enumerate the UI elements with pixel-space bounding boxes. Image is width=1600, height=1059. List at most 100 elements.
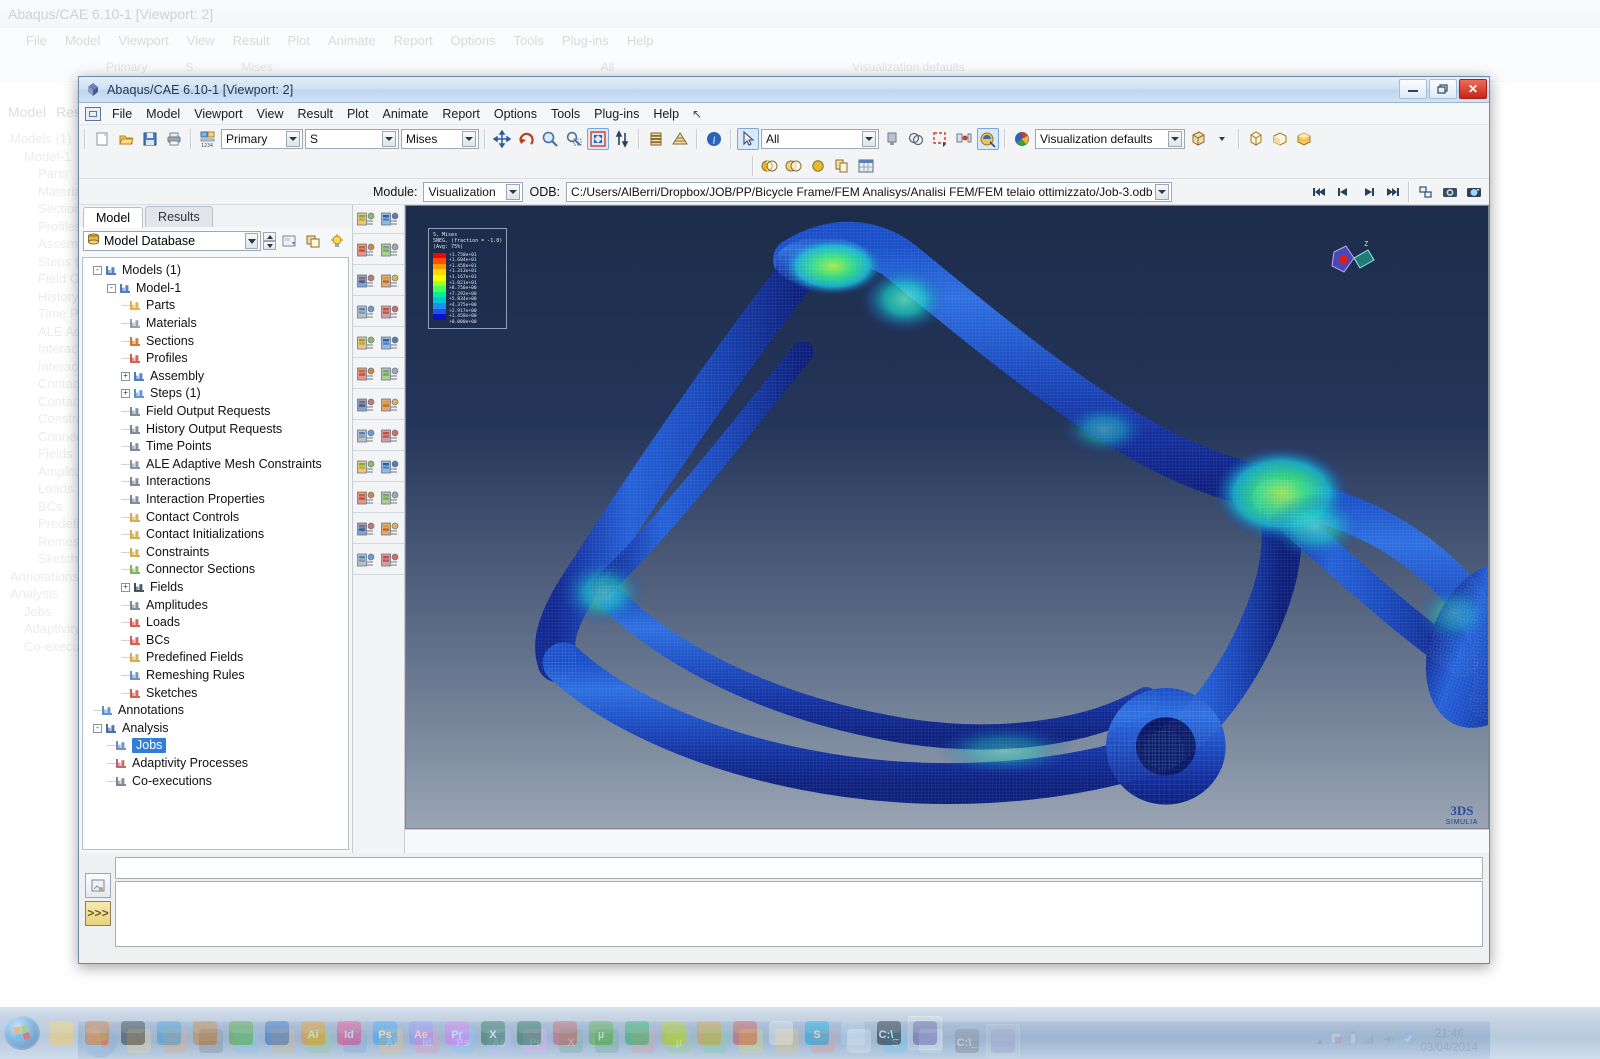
shaded-render-icon[interactable]: [669, 128, 691, 150]
tree-item-time-points[interactable]: — Time Points: [87, 438, 348, 456]
tree-item-annotations[interactable]: — Annotations: [87, 702, 348, 720]
chain-frames-button[interactable]: [1415, 181, 1437, 203]
tree-item-model-1[interactable]: - Model-1: [87, 280, 348, 298]
chevron-down-icon[interactable]: [286, 131, 300, 147]
tree-item-fields[interactable]: + Fields: [87, 579, 348, 597]
view-orientation-widget[interactable]: Z: [1320, 238, 1380, 290]
field-output-icon[interactable]: 1234: [197, 128, 219, 150]
menu-report[interactable]: Report: [435, 105, 487, 123]
spreadsheet-icon[interactable]: [855, 155, 877, 177]
odb-combo[interactable]: C:/Users/AlBerri/Dropbox/JOB/PP/Bicycle …: [566, 181, 1172, 202]
menu-help[interactable]: Help: [646, 105, 686, 123]
photoview-icon[interactable]: [260, 1016, 294, 1050]
camera-icon[interactable]: [764, 1016, 798, 1050]
magnify-view-icon[interactable]: [539, 128, 561, 150]
menu-plug-ins[interactable]: Plug-ins: [587, 105, 646, 123]
animate-time-history-icon[interactable]: [353, 395, 377, 417]
symbol-options-icon[interactable]: [377, 333, 401, 355]
menu-view[interactable]: View: [250, 105, 291, 123]
rotate-view-icon[interactable]: [515, 128, 537, 150]
google-chrome-icon[interactable]: [728, 1016, 762, 1050]
collapse-toggle-icon[interactable]: -: [93, 266, 102, 276]
abaqus-cae-icon[interactable]: [908, 1016, 942, 1050]
tree-item-contact-initializations[interactable]: — Contact Initializations: [87, 526, 348, 544]
xy-data-manager-icon[interactable]: [377, 457, 401, 479]
wireframe-render-icon[interactable]: [645, 128, 667, 150]
tree-item-profiles[interactable]: — Profiles: [87, 350, 348, 368]
output-variable-combo[interactable]: S: [305, 129, 399, 149]
expand-toggle-icon[interactable]: +: [121, 371, 130, 381]
common-options-icon[interactable]: [377, 364, 401, 386]
soundhound-icon[interactable]: [656, 1016, 690, 1050]
replace-display-group-icon[interactable]: [905, 128, 927, 150]
menu-tools[interactable]: Tools: [544, 105, 587, 123]
menu-viewport[interactable]: Viewport: [187, 105, 249, 123]
print-icon[interactable]: [163, 128, 185, 150]
spotify-icon[interactable]: [620, 1016, 654, 1050]
tree-item-connector-sections[interactable]: — Connector Sections: [87, 561, 348, 579]
common-plot-options-icon[interactable]: [353, 302, 377, 324]
allow-multiple-plot-states-icon[interactable]: [377, 271, 401, 293]
superimpose-options-icon[interactable]: [377, 302, 401, 324]
spinner-down-icon[interactable]: [263, 241, 276, 250]
adobe-indesign-icon[interactable]: Id: [332, 1016, 366, 1050]
chevron-down-icon[interactable]: [506, 183, 521, 200]
menu-plot[interactable]: Plot: [340, 105, 376, 123]
tree-item-sketches[interactable]: — Sketches: [87, 684, 348, 702]
expand-toggle-icon[interactable]: +: [121, 582, 130, 592]
minimize-button[interactable]: [1399, 79, 1427, 99]
animate-harmonic-icon[interactable]: [353, 426, 377, 448]
tree-item-sections[interactable]: — Sections: [87, 332, 348, 350]
context-help-icon[interactable]: ↖: [692, 107, 702, 121]
plot-material-orientation-icon[interactable]: [353, 271, 377, 293]
tab-results[interactable]: Results: [145, 206, 213, 227]
translucency-icon[interactable]: [759, 155, 781, 177]
last-frame-button[interactable]: [1381, 181, 1403, 203]
matlab-icon[interactable]: [512, 1016, 546, 1050]
windows-explorer-icon[interactable]: [44, 1016, 78, 1050]
viewport-style-icon[interactable]: [1187, 128, 1209, 150]
rhino-icon[interactable]: [116, 1016, 150, 1050]
module-combo[interactable]: Visualization: [423, 181, 524, 202]
chevron-down-icon[interactable]: [1154, 183, 1169, 200]
tree-item-materials[interactable]: — Materials: [87, 315, 348, 333]
tree-item-models-1[interactable]: - Models (1): [87, 262, 348, 280]
chevron-down-icon[interactable]: [382, 131, 396, 147]
plot-undeformed-group-icon[interactable]: [977, 128, 999, 150]
tree-item-contact-controls[interactable]: — Contact Controls: [87, 508, 348, 526]
expand-toggle-icon[interactable]: +: [121, 389, 130, 399]
first-frame-button[interactable]: [1309, 181, 1331, 203]
plot-deformed-shape-icon[interactable]: [377, 209, 401, 231]
create-model-icon[interactable]: [278, 230, 300, 252]
model-tree[interactable]: - Models (1) - Model-1— Parts — Materials — Sect…: [82, 257, 349, 850]
copy-object-icon[interactable]: [831, 155, 853, 177]
print-viewport-button[interactable]: [1439, 181, 1461, 203]
save-file-icon[interactable]: [139, 128, 161, 150]
xy-plot-icon[interactable]: [353, 488, 377, 510]
spinner-up-icon[interactable]: [263, 232, 276, 241]
path-manager-icon[interactable]: [377, 550, 401, 572]
catia-icon[interactable]: [188, 1016, 222, 1050]
tree-item-jobs[interactable]: — Jobs: [87, 737, 348, 755]
plot-symbols-icon[interactable]: [377, 240, 401, 262]
tree-item-adaptivity-processes[interactable]: — Adaptivity Processes: [87, 755, 348, 773]
add-selection-icon[interactable]: [929, 128, 951, 150]
previous-frame-button[interactable]: [1333, 181, 1355, 203]
tree-item-assembly[interactable]: + Assembly: [87, 368, 348, 386]
auto-fit-view-icon[interactable]: [587, 128, 609, 150]
next-frame-button[interactable]: [1357, 181, 1379, 203]
box-zoom-icon[interactable]: [563, 128, 585, 150]
microsoft-excel-icon[interactable]: X: [476, 1016, 510, 1050]
plot-undeformed-shape-icon[interactable]: [353, 209, 377, 231]
capture-image-button[interactable]: [1463, 181, 1485, 203]
color-code-icon[interactable]: [1011, 128, 1033, 150]
utorrent-icon[interactable]: µ: [584, 1016, 618, 1050]
skype-icon[interactable]: S: [800, 1016, 834, 1050]
message-area-tab[interactable]: [85, 873, 111, 898]
tree-item-interaction-properties[interactable]: — Interaction Properties: [87, 491, 348, 509]
pan-view-icon[interactable]: [491, 128, 513, 150]
tree-item-interactions[interactable]: — Interactions: [87, 473, 348, 491]
tab-model[interactable]: Model: [83, 207, 144, 228]
notepad-icon[interactable]: [836, 1016, 870, 1050]
plot-contours-icon[interactable]: [353, 240, 377, 262]
